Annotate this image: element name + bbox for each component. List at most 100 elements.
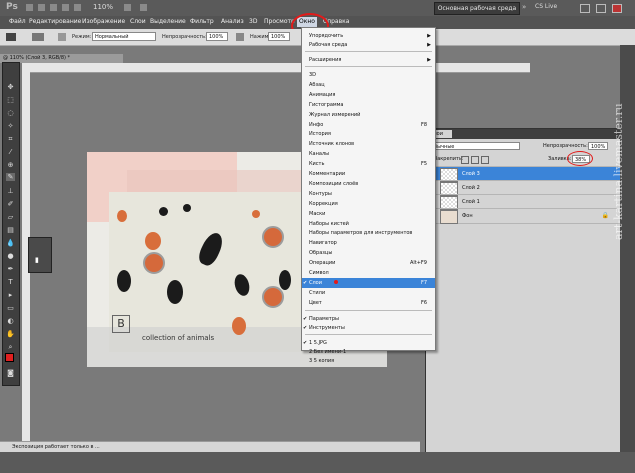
menu-item-label: Операции: [309, 260, 336, 267]
window-menu-item[interactable]: 3D: [302, 70, 435, 80]
window-menu-item[interactable]: Инфо F8: [302, 120, 435, 130]
lock-position-icon[interactable]: [481, 156, 489, 164]
zoom-tool-icon[interactable]: ⌕: [6, 343, 15, 351]
menu-file[interactable]: Файл: [9, 18, 26, 25]
foreground-color-swatch[interactable]: [5, 353, 14, 362]
healing-brush-icon[interactable]: ⊕: [6, 161, 15, 169]
zoom-tool-icon[interactable]: [74, 4, 81, 11]
layer-opacity-field[interactable]: 100%: [588, 142, 608, 150]
window-menu-item[interactable]: Образцы: [302, 248, 435, 258]
zoom-level[interactable]: 110%: [93, 3, 113, 11]
menu-item-label: Стили: [309, 289, 326, 296]
expand-icon[interactable]: »: [522, 3, 526, 11]
window-menu-item[interactable]: Журнал измерений: [302, 110, 435, 120]
pressure-opacity-icon[interactable]: [236, 33, 244, 41]
fox-badge: [262, 286, 284, 308]
window-menu-item[interactable]: Навигатор: [302, 238, 435, 248]
brush-panel-icon[interactable]: ▮: [35, 256, 39, 264]
blur-tool-icon[interactable]: 💧: [6, 239, 15, 247]
history-brush-icon[interactable]: ✐: [6, 200, 15, 208]
menu-edit[interactable]: Редактирование: [29, 18, 81, 25]
collapsed-panel[interactable]: ▮: [28, 237, 52, 273]
window-menu-item[interactable]: Абзац: [302, 80, 435, 90]
window-menu-item[interactable]: Стили: [302, 288, 435, 298]
menu-item-label: Абзац: [309, 81, 325, 88]
layer-row[interactable]: 👁 Слой 1: [426, 194, 621, 210]
window-menu-item[interactable]: Кисть F5: [302, 159, 435, 169]
brush-tool-icon[interactable]: ✎: [6, 173, 15, 181]
lasso-tool-icon[interactable]: ◌: [6, 109, 15, 117]
window-menu-item[interactable]: Цвет F6: [302, 298, 435, 308]
window-menu-item[interactable]: Комментарии: [302, 169, 435, 179]
window-menu-item[interactable]: Коррекция: [302, 199, 435, 209]
brush-panel-icon[interactable]: [58, 33, 66, 41]
3d-rotate-icon[interactable]: ◐: [6, 317, 15, 325]
guides-icon[interactable]: [50, 4, 57, 11]
minibridge-icon[interactable]: [38, 4, 45, 11]
window-menu-item[interactable]: Источник клонов: [302, 139, 435, 149]
type-tool-icon[interactable]: T: [6, 278, 15, 286]
menu-image[interactable]: Изображение: [82, 18, 125, 25]
close-icon[interactable]: [612, 4, 622, 13]
marquee-tool-icon[interactable]: ⬚: [6, 96, 15, 104]
mode-select[interactable]: Нормальный: [92, 32, 156, 41]
window-menu-item[interactable]: ✔ Инструменты: [302, 323, 435, 333]
brush-size-icon[interactable]: [32, 33, 44, 41]
window-menu-item[interactable]: Рабочая среда ▶: [302, 40, 435, 50]
window-menu-item[interactable]: Наборы параметров для инструментов: [302, 228, 435, 238]
window-menu-item[interactable]: Гистограмма: [302, 100, 435, 110]
gradient-tool-icon[interactable]: ▤: [6, 226, 15, 234]
window-menu-item[interactable]: Расширения ▶: [302, 55, 435, 65]
brush-preset-icon[interactable]: [6, 33, 16, 41]
eyedropper-icon[interactable]: ⁄: [6, 148, 15, 156]
lock-transparency-icon[interactable]: [461, 156, 469, 164]
window-menu-item[interactable]: Контуры: [302, 189, 435, 199]
cslive-button[interactable]: CS Live: [535, 3, 557, 10]
flow-field[interactable]: 100%: [268, 32, 290, 41]
eraser-tool-icon[interactable]: ▱: [6, 213, 15, 221]
blend-mode-select[interactable]: обычные: [428, 142, 520, 150]
lock-pixels-icon[interactable]: [471, 156, 479, 164]
window-menu-item[interactable]: Композиции слоёв: [302, 179, 435, 189]
menu-layers[interactable]: Слои: [130, 18, 146, 25]
window-menu-item[interactable]: 3 5 копия: [302, 356, 435, 366]
hand-tool-icon[interactable]: ✋: [6, 330, 15, 338]
menu-3d[interactable]: 3D: [249, 18, 257, 25]
menu-filter[interactable]: Фильтр: [190, 18, 214, 25]
window-menu-item[interactable]: Каналы: [302, 149, 435, 159]
dodge-tool-icon[interactable]: ●: [6, 252, 15, 260]
menu-analysis[interactable]: Анализ: [221, 18, 244, 25]
maximize-icon[interactable]: [596, 4, 606, 13]
window-menu-item[interactable]: История: [302, 129, 435, 139]
cursor-marker: [334, 279, 338, 284]
minimize-icon[interactable]: [580, 4, 590, 13]
opacity-field[interactable]: 100%: [206, 32, 228, 41]
window-menu-item[interactable]: ✔ Слои F7: [302, 277, 435, 288]
pen-tool-icon[interactable]: ✒: [6, 265, 15, 273]
orange-paw-print: [117, 210, 127, 222]
window-menu-item[interactable]: Анимация: [302, 90, 435, 100]
hand-icon[interactable]: [62, 4, 69, 11]
shape-tool-icon[interactable]: ▭: [6, 304, 15, 312]
screen-mode-icon[interactable]: [140, 4, 147, 11]
window-menu-item[interactable]: Символ: [302, 268, 435, 278]
menu-item-label: Контуры: [309, 190, 332, 197]
window-menu-item[interactable]: Маски: [302, 209, 435, 219]
workspace-button[interactable]: Основная рабочая среда: [434, 2, 520, 15]
window-menu-item[interactable]: Операции Alt+F9: [302, 258, 435, 268]
layer-row[interactable]: 👁 Слой 3: [426, 166, 621, 182]
window-menu-dropdown: Упорядочить ▶ Рабочая среда ▶ Расширения ▶ 3D А…: [301, 27, 436, 364]
status-text: Экспозиция работает только в ...: [12, 444, 100, 450]
crop-tool-icon[interactable]: ⌗: [6, 135, 15, 143]
quick-mask-icon[interactable]: ◙: [6, 369, 15, 377]
arrange-docs-icon[interactable]: [124, 4, 131, 11]
move-tool-icon[interactable]: ✥: [6, 83, 15, 91]
window-menu-item[interactable]: Наборы кистей: [302, 219, 435, 229]
magic-wand-icon[interactable]: ✧: [6, 122, 15, 130]
clone-stamp-icon[interactable]: ⊥: [6, 187, 15, 195]
menu-select[interactable]: Выделение: [150, 18, 186, 25]
layer-row[interactable]: 👁 Фон 🔒: [426, 208, 621, 224]
layer-row[interactable]: 👁 Слой 2: [426, 180, 621, 196]
path-select-icon[interactable]: ▸: [6, 291, 15, 299]
bridge-icon[interactable]: [26, 4, 33, 11]
